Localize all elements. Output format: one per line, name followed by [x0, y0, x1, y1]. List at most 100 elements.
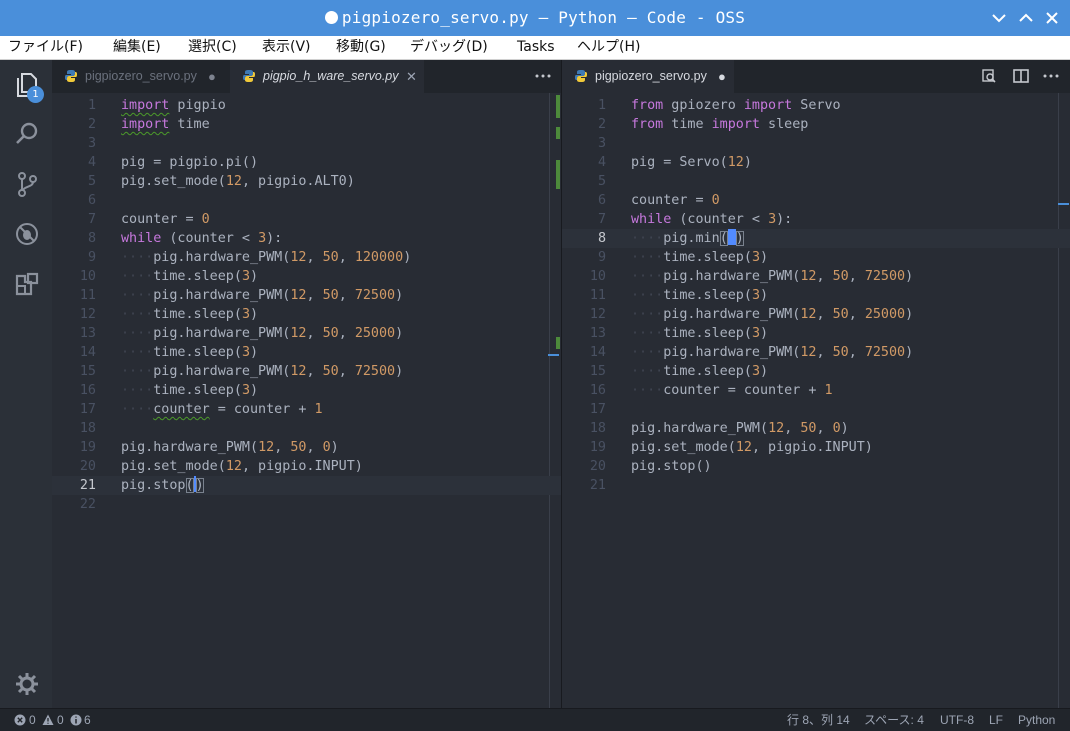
menu-help[interactable]: ヘルプ(H)	[577, 36, 640, 60]
code-editor-right[interactable]: 1 from gpiozero import Servo 2 from time im…	[562, 93, 1070, 708]
menu-file[interactable]: ファイル(F)	[8, 36, 83, 60]
code-line[interactable]: 8 ····pig.min()	[562, 229, 1070, 248]
line-number: 21	[589, 478, 606, 493]
line-number: 11	[79, 288, 96, 303]
code-line[interactable]: 2 from time import sleep	[562, 115, 1070, 134]
line-number: 7	[87, 212, 96, 227]
extensions-icon[interactable]	[13, 270, 41, 298]
code-text: import time	[121, 117, 210, 132]
line-number: 15	[79, 364, 96, 379]
code-line[interactable]: 21 pig.stop()	[52, 476, 561, 495]
line-number: 3	[597, 136, 606, 151]
code-line[interactable]: 8 while (counter < 3):	[52, 229, 561, 248]
language-mode[interactable]: Python	[1018, 709, 1055, 731]
split-editor-icon[interactable]	[1012, 67, 1030, 85]
line-number: 17	[79, 402, 96, 417]
code-line[interactable]: 2 import time	[52, 115, 561, 134]
info-count[interactable]: 6	[84, 709, 91, 731]
minimize-icon[interactable]	[990, 9, 1008, 27]
menu-debug[interactable]: デバッグ(D)	[410, 36, 488, 60]
code-line[interactable]: 17	[562, 400, 1070, 419]
code-line[interactable]: 16 ····counter = counter + 1	[562, 381, 1070, 400]
warning-count[interactable]: 0	[57, 709, 64, 731]
line-number: 5	[597, 174, 606, 189]
line-ending[interactable]: LF	[989, 709, 1003, 731]
tab-label: pigpiozero_servo.py	[595, 69, 707, 83]
unsaved-dot-icon[interactable]: ●	[208, 60, 216, 93]
code-line[interactable]: 6 counter = 0	[562, 191, 1070, 210]
code-line[interactable]: 12 ····pig.hardware_PWM(12, 50, 25000)	[562, 305, 1070, 324]
tab-pigpiozero-servo-right[interactable]: pigpiozero_servo.py ●	[562, 60, 734, 93]
line-number: 5	[87, 174, 96, 189]
menu-view[interactable]: 表示(V)	[262, 36, 311, 60]
tab-bar-right: pigpiozero_servo.py ●	[562, 60, 1070, 93]
code-line[interactable]: 14 ····time.sleep(3)	[52, 343, 561, 362]
cursor-position[interactable]: 行 8、列 14	[787, 709, 850, 731]
code-text: ····pig.hardware_PWM(12, 50, 25000)	[631, 307, 914, 322]
code-line[interactable]: 19 pig.set_mode(12, pigpio.INPUT)	[562, 438, 1070, 457]
line-number: 13	[79, 326, 96, 341]
code-line[interactable]: 11 ····pig.hardware_PWM(12, 50, 72500)	[52, 286, 561, 305]
error-icon[interactable]	[14, 714, 26, 726]
tab-pigpio-h-ware-servo[interactable]: pigpio_h_ware_servo.py ✕	[230, 60, 424, 93]
code-text: counter = 0	[121, 212, 210, 227]
code-line[interactable]: 13 ····time.sleep(3)	[562, 324, 1070, 343]
encoding[interactable]: UTF-8	[940, 709, 974, 731]
error-count[interactable]: 0	[29, 709, 36, 731]
code-line[interactable]: 17 ····counter = counter + 1	[52, 400, 561, 419]
code-line[interactable]: 20 pig.set_mode(12, pigpio.INPUT)	[52, 457, 561, 476]
code-line[interactable]: 19 pig.hardware_PWM(12, 50, 0)	[52, 438, 561, 457]
code-line[interactable]: 9 ····time.sleep(3)	[562, 248, 1070, 267]
code-line[interactable]: 20 pig.stop()	[562, 457, 1070, 476]
menu-selection[interactable]: 選択(C)	[188, 36, 237, 60]
code-line[interactable]: 4 pig = pigpio.pi()	[52, 153, 561, 172]
code-line[interactable]: 13 ····pig.hardware_PWM(12, 50, 25000)	[52, 324, 561, 343]
info-icon[interactable]	[70, 714, 82, 726]
code-line[interactable]: 4 pig = Servo(12)	[562, 153, 1070, 172]
menu-edit[interactable]: 編集(E)	[113, 36, 161, 60]
source-control-icon[interactable]	[13, 170, 41, 198]
code-line[interactable]: 10 ····pig.hardware_PWM(12, 50, 72500)	[562, 267, 1070, 286]
code-line[interactable]: 7 while (counter < 3):	[562, 210, 1070, 229]
code-line[interactable]: 15 ····time.sleep(3)	[562, 362, 1070, 381]
code-line[interactable]: 1 from gpiozero import Servo	[562, 96, 1070, 115]
maximize-icon[interactable]	[1017, 9, 1035, 27]
more-actions-icon[interactable]	[534, 67, 552, 85]
menu-go[interactable]: 移動(G)	[336, 36, 386, 60]
search-icon[interactable]	[13, 120, 41, 148]
code-line[interactable]: 14 ····pig.hardware_PWM(12, 50, 72500)	[562, 343, 1070, 362]
code-line[interactable]: 10 ····time.sleep(3)	[52, 267, 561, 286]
unsaved-dot-icon[interactable]: ●	[718, 60, 726, 93]
debug-icon[interactable]	[13, 220, 41, 248]
tab-pigpiozero-servo-left[interactable]: pigpiozero_servo.py ●	[52, 60, 229, 93]
close-window-icon[interactable]	[1043, 9, 1061, 27]
line-number: 2	[597, 117, 606, 132]
code-line[interactable]: 18 pig.hardware_PWM(12, 50, 0)	[562, 419, 1070, 438]
code-line[interactable]: 11 ····time.sleep(3)	[562, 286, 1070, 305]
open-changes-icon[interactable]	[980, 67, 998, 85]
code-line[interactable]: 6	[52, 191, 561, 210]
more-actions-icon[interactable]	[1042, 67, 1060, 85]
code-line[interactable]: 5 pig.set_mode(12, pigpio.ALT0)	[52, 172, 561, 191]
warning-icon[interactable]	[42, 714, 54, 726]
code-line[interactable]: 22	[52, 495, 561, 514]
line-number: 18	[589, 421, 606, 436]
gear-icon[interactable]	[13, 670, 41, 698]
code-editor-left[interactable]: 1 import pigpio 2 import time 3 4 pig = pigpio…	[52, 93, 561, 708]
line-number: 21	[79, 478, 96, 493]
close-tab-icon[interactable]: ✕	[406, 60, 417, 93]
code-line[interactable]: 3	[562, 134, 1070, 153]
menu-tasks[interactable]: Tasks	[517, 36, 555, 60]
code-line[interactable]: 12 ····time.sleep(3)	[52, 305, 561, 324]
code-line[interactable]: 18	[52, 419, 561, 438]
code-line[interactable]: 7 counter = 0	[52, 210, 561, 229]
line-number: 8	[597, 231, 606, 246]
indentation[interactable]: スペース: 4	[864, 709, 924, 731]
code-line[interactable]: 15 ····pig.hardware_PWM(12, 50, 72500)	[52, 362, 561, 381]
code-line[interactable]: 21	[562, 476, 1070, 495]
code-line[interactable]: 9 ····pig.hardware_PWM(12, 50, 120000)	[52, 248, 561, 267]
code-line[interactable]: 5	[562, 172, 1070, 191]
code-line[interactable]: 3	[52, 134, 561, 153]
code-line[interactable]: 16 ····time.sleep(3)	[52, 381, 561, 400]
code-line[interactable]: 1 import pigpio	[52, 96, 561, 115]
